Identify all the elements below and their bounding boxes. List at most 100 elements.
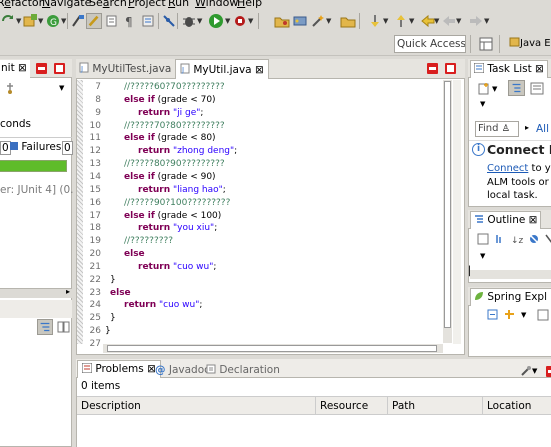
chevron-down-icon[interactable]: ▼	[434, 17, 439, 25]
tab-junit[interactable]: nit ⊠	[0, 60, 30, 78]
server-icon[interactable]	[292, 13, 308, 29]
filter-stack-icon[interactable]	[37, 319, 53, 335]
quick-access-input[interactable]: Quick Access	[394, 35, 466, 53]
code-line[interactable]: else if (grade < 100)	[124, 211, 221, 221]
code-line[interactable]: return "liang hao";	[138, 185, 226, 195]
history-icon[interactable]	[4, 82, 17, 95]
code-line[interactable]: else	[110, 288, 131, 298]
spring-filter-icon[interactable]	[537, 309, 549, 321]
previous-annotation-icon[interactable]	[393, 13, 409, 29]
column-location[interactable]: Location	[487, 400, 531, 412]
chevron-down-icon[interactable]: ▼	[59, 84, 64, 92]
minimize-icon[interactable]	[36, 63, 47, 74]
run-icon[interactable]	[208, 13, 224, 29]
code-line[interactable]: return "you xiu";	[138, 223, 217, 233]
code-line[interactable]: else if (grade < 80)	[124, 133, 216, 143]
open-perspective-icon[interactable]	[479, 37, 493, 51]
open-folder-icon[interactable]	[274, 13, 290, 29]
tab-spring-explorer[interactable]: Spring Expl ⊠	[470, 288, 551, 306]
chevron-down-icon[interactable]: ▼	[61, 17, 66, 25]
code-line[interactable]: else	[124, 249, 145, 259]
perspective-java-ee[interactable]: Java EE	[509, 35, 551, 53]
code-line[interactable]: //?????70?80?????????	[124, 121, 225, 131]
vertical-scrollbar[interactable]	[443, 80, 452, 343]
menu-search[interactable]: Search	[89, 0, 127, 9]
code-line[interactable]: //?????80?90?????????	[124, 159, 225, 169]
new-task-icon[interactable]	[477, 82, 490, 95]
menu-refactor[interactable]: Refactor	[0, 0, 43, 9]
tab-problems[interactable]: Problems ⊠	[77, 360, 161, 378]
horizontal-scrollbar[interactable]	[103, 344, 443, 353]
tab-javadoc[interactable]: @ Javadoc	[155, 364, 210, 376]
chevron-down-icon[interactable]: ▼	[532, 367, 537, 375]
column-resource[interactable]: Resource	[320, 400, 368, 412]
run-last-tool-icon[interactable]	[232, 13, 248, 29]
open-type-icon[interactable]	[70, 13, 86, 29]
tab-declaration[interactable]: Declaration	[206, 364, 280, 376]
sort-alpha-icon[interactable]: ↓z	[511, 233, 523, 245]
forward-arrow-icon[interactable]	[468, 13, 484, 29]
mark-occurrences-icon[interactable]	[104, 13, 120, 29]
menu-navigate[interactable]: Navigate	[42, 0, 91, 9]
code-line[interactable]: return "ji ge";	[138, 108, 203, 118]
code-line[interactable]: }	[105, 326, 111, 336]
refresh-icon[interactable]	[0, 13, 16, 29]
column-path[interactable]: Path	[392, 400, 415, 412]
task-find-input[interactable]: Find ♙	[475, 121, 519, 137]
code-line[interactable]: //?????60?70?????????	[124, 82, 225, 92]
column-description[interactable]: Description	[81, 400, 141, 412]
minimize-icon[interactable]	[546, 366, 551, 377]
next-annotation-icon[interactable]	[367, 13, 383, 29]
debug-icon[interactable]	[181, 13, 197, 29]
code-line[interactable]: else if (grade < 90)	[124, 172, 216, 182]
open-task-icon[interactable]	[340, 13, 356, 29]
scrollbar-thumb[interactable]	[444, 81, 451, 328]
chevron-right-icon[interactable]: ▸	[66, 287, 70, 296]
code-line[interactable]: return "cuo wu";	[138, 262, 216, 272]
compare-icon[interactable]	[56, 320, 70, 334]
tab-myutil[interactable]: J MyUtil.java ⊠	[175, 59, 269, 79]
horizontal-scrollbar[interactable]: ▸	[0, 287, 72, 298]
code-line[interactable]: return "zhong deng";	[138, 146, 237, 156]
scheduled-icon[interactable]	[530, 82, 544, 95]
back-arrow-icon[interactable]	[441, 13, 457, 29]
code-line[interactable]: else if (grade < 70)	[124, 95, 216, 105]
connect-link[interactable]: Connect	[487, 163, 528, 174]
chevron-down-icon[interactable]: ▼	[16, 17, 21, 25]
maximize-icon[interactable]	[54, 63, 65, 74]
chevron-down-icon[interactable]: ▼	[456, 17, 461, 25]
maximize-icon[interactable]	[445, 63, 456, 74]
new-java-package-icon[interactable]	[22, 13, 38, 29]
skip-breakpoints-icon[interactable]	[161, 13, 177, 29]
collapse-all-icon[interactable]	[477, 233, 489, 245]
code-line[interactable]: }	[110, 275, 116, 285]
collapse-all-icon[interactable]	[487, 309, 498, 320]
tab-task-list[interactable]: Task List ⊠	[470, 60, 548, 78]
column-divider[interactable]	[482, 397, 483, 415]
chevron-left-icon[interactable]: ▏	[469, 267, 476, 277]
chevron-down-icon[interactable]: ▼	[492, 85, 497, 93]
menu-window[interactable]: Window	[195, 0, 238, 9]
column-divider[interactable]	[315, 397, 316, 415]
scrollbar-thumb[interactable]	[107, 345, 437, 352]
pen-icon[interactable]	[86, 13, 102, 29]
hide-static-icon[interactable]	[544, 233, 551, 245]
wand-icon[interactable]	[310, 13, 326, 29]
code-line[interactable]: //?????90?100?????????	[124, 198, 230, 208]
categorized-icon[interactable]	[508, 80, 525, 96]
chevron-down-icon[interactable]: ▼	[38, 17, 43, 25]
chevron-down-icon[interactable]: ▼	[480, 252, 485, 260]
chevron-down-icon[interactable]: ▼	[383, 17, 388, 25]
view-menu-tools-icon[interactable]	[520, 365, 532, 377]
chevron-down-icon[interactable]: ▼	[480, 100, 485, 108]
menu-project[interactable]: Project	[128, 0, 166, 9]
chevron-down-icon[interactable]: ▼	[409, 17, 414, 25]
code-line[interactable]: return "cuo wu";	[124, 300, 202, 310]
menu-run[interactable]: Run	[168, 0, 189, 9]
chevron-down-icon[interactable]: ▼	[326, 17, 331, 25]
tab-myutiltest[interactable]: J MyUtilTest.java	[79, 62, 171, 75]
chevron-down-icon[interactable]: ▼	[521, 311, 526, 319]
show-whitespace-icon[interactable]: ¶	[122, 13, 138, 29]
column-divider[interactable]	[387, 397, 388, 415]
chevron-down-icon[interactable]: ▼	[484, 17, 489, 25]
